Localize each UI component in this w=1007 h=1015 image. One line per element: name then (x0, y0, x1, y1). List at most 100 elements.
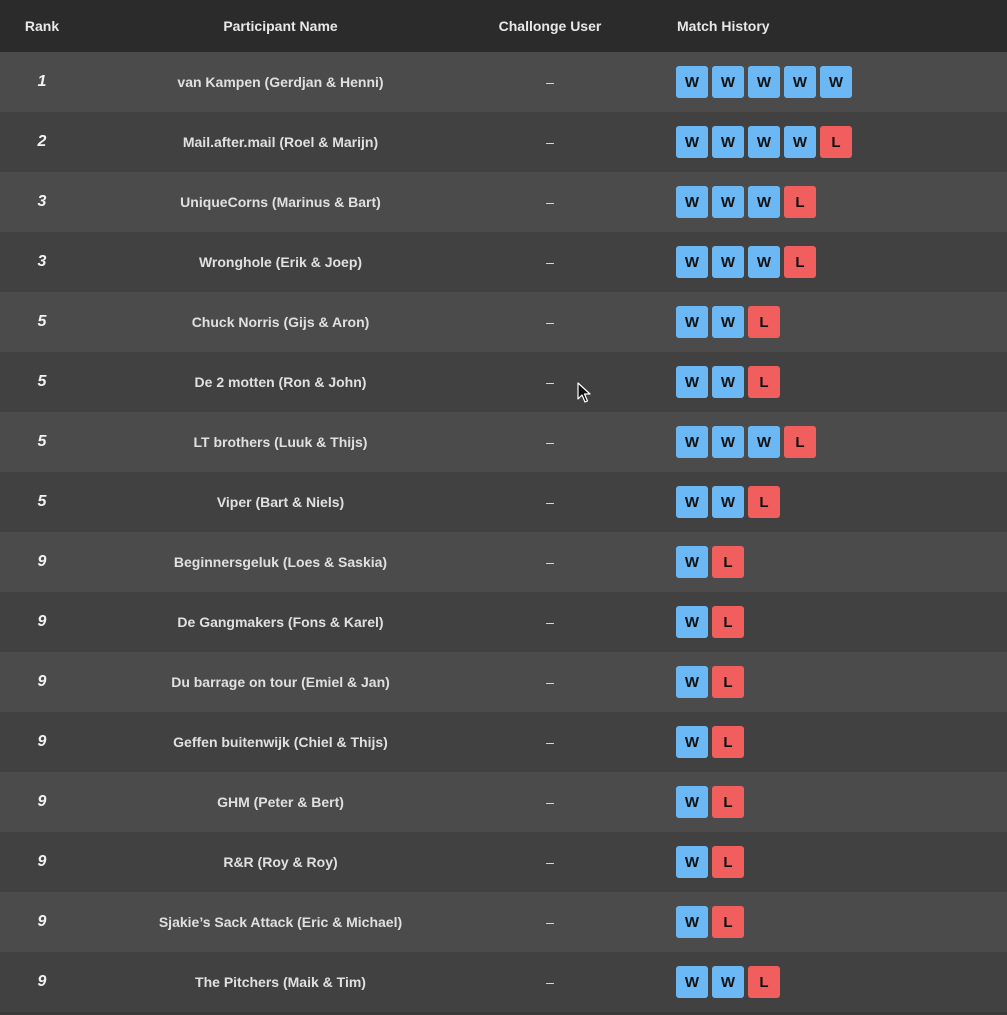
match-win-badge[interactable]: W (712, 66, 744, 98)
participant-name: GHM (Peter & Bert) (217, 794, 344, 810)
match-win-badge[interactable]: W (676, 126, 708, 158)
challonge-user: – (546, 314, 554, 330)
header-challonge-user[interactable]: Challonge User (477, 18, 623, 34)
match-history: WL (623, 846, 1007, 878)
match-win-badge[interactable]: W (784, 126, 816, 158)
table-row[interactable]: 3 UniqueCorns (Marinus & Bart) – W W W L (0, 172, 1007, 232)
table-row[interactable]: 2 Mail.after.mail (Roel & Marijn) – W W W W L (0, 112, 1007, 172)
match-win-badge[interactable]: W (676, 846, 708, 878)
match-history: WWL (623, 366, 1007, 398)
mouse-cursor-icon (577, 382, 591, 403)
match-history: WL (623, 726, 1007, 758)
match-loss-badge[interactable]: L (748, 486, 780, 518)
match-win-badge[interactable]: W (712, 966, 744, 998)
match-loss-badge[interactable]: L (820, 126, 852, 158)
match-win-badge[interactable]: W (676, 906, 708, 938)
participant-name: Mail.after.mail (Roel & Marijn) (182, 134, 379, 150)
challonge-user: – (546, 734, 554, 750)
table-row[interactable]: 5 Viper (Bart & Niels) – W W L (0, 472, 1007, 532)
match-win-badge[interactable]: W (712, 186, 744, 218)
rank-value: 9 (37, 853, 47, 870)
match-history: WWL (623, 966, 1007, 998)
match-win-badge[interactable]: W (784, 66, 816, 98)
table-row[interactable]: 9 Beginnersgeluk (Loes & Saskia) – W L (0, 532, 1007, 592)
rank-cell: 9 (0, 853, 84, 871)
table-row[interactable]: 9 The Pitchers (Maik & Tim) – W W L (0, 952, 1007, 1012)
table-row[interactable]: 5 Chuck Norris (Gijs & Aron) – W W L (0, 292, 1007, 352)
match-history: WL (623, 666, 1007, 698)
challonge-user: – (546, 974, 554, 990)
match-win-badge[interactable]: W (676, 966, 708, 998)
match-loss-badge[interactable]: L (748, 366, 780, 398)
participant-name: R&R (Roy & Roy) (223, 854, 338, 870)
rank-cell: 3 (0, 253, 84, 271)
match-loss-badge[interactable]: L (712, 546, 744, 578)
table-row[interactable]: 9 Du barrage on tour (Emiel & Jan) – W L (0, 652, 1007, 712)
match-loss-badge[interactable]: L (784, 246, 816, 278)
match-win-badge[interactable]: W (676, 726, 708, 758)
match-loss-badge[interactable]: L (784, 186, 816, 218)
match-win-badge[interactable]: W (676, 786, 708, 818)
match-win-badge[interactable]: W (676, 66, 708, 98)
table-row[interactable]: 9 De Gangmakers (Fons & Karel) – W L (0, 592, 1007, 652)
rank-cell: 3 (0, 193, 84, 211)
challonge-user: – (546, 494, 554, 510)
rank-value: 9 (37, 793, 47, 810)
rank-value: 5 (37, 433, 47, 450)
table-row[interactable]: 9 Sjakie’s Sack Attack (Eric & Michael) – W… (0, 892, 1007, 952)
match-win-badge[interactable]: W (748, 426, 780, 458)
match-loss-badge[interactable]: L (712, 666, 744, 698)
match-win-badge[interactable]: W (820, 66, 852, 98)
match-win-badge[interactable]: W (676, 186, 708, 218)
match-loss-badge[interactable]: L (712, 846, 744, 878)
header-rank[interactable]: Rank (0, 18, 84, 34)
match-win-badge[interactable]: W (676, 666, 708, 698)
match-win-badge[interactable]: W (712, 246, 744, 278)
rank-value: 1 (37, 73, 47, 90)
table-row[interactable]: 9 GHM (Peter & Bert) – W L (0, 772, 1007, 832)
match-loss-badge[interactable]: L (748, 306, 780, 338)
rank-cell: 9 (0, 553, 84, 571)
participant-name: UniqueCorns (Marinus & Bart) (180, 194, 381, 210)
match-win-badge[interactable]: W (676, 426, 708, 458)
table-row[interactable]: 9 R&R (Roy & Roy) – W L (0, 832, 1007, 892)
rank-cell: 5 (0, 313, 84, 331)
table-row[interactable]: 3 Wronghole (Erik & Joep) – W W W L (0, 232, 1007, 292)
match-loss-badge[interactable]: L (748, 966, 780, 998)
match-loss-badge[interactable]: L (712, 726, 744, 758)
rank-value: 9 (37, 553, 47, 570)
table-row[interactable]: 9 Geffen buitenwijk (Chiel & Thijs) – W L (0, 712, 1007, 772)
challonge-user: – (546, 854, 554, 870)
rank-value: 5 (37, 493, 47, 510)
match-win-badge[interactable]: W (712, 366, 744, 398)
rank-value: 2 (37, 133, 47, 150)
match-win-badge[interactable]: W (712, 426, 744, 458)
match-win-badge[interactable]: W (676, 306, 708, 338)
challonge-user: – (546, 194, 554, 210)
rank-cell: 9 (0, 673, 84, 691)
match-win-badge[interactable]: W (748, 126, 780, 158)
table-row[interactable]: 1 van Kampen (Gerdjan & Henni) – W W W W W (0, 52, 1007, 112)
participant-name: Chuck Norris (Gijs & Aron) (191, 314, 370, 330)
match-loss-badge[interactable]: L (712, 786, 744, 818)
table-row[interactable]: 5 De 2 motten (Ron & John) – W W L (0, 352, 1007, 412)
match-win-badge[interactable]: W (676, 546, 708, 578)
match-win-badge[interactable]: W (676, 606, 708, 638)
challonge-user: – (546, 74, 554, 90)
header-participant-name[interactable]: Participant Name (84, 18, 477, 34)
challonge-user: – (546, 134, 554, 150)
match-win-badge[interactable]: W (748, 66, 780, 98)
match-win-badge[interactable]: W (676, 486, 708, 518)
match-win-badge[interactable]: W (748, 186, 780, 218)
table-row[interactable]: 5 LT brothers (Luuk & Thijs) – W W W L (0, 412, 1007, 472)
match-win-badge[interactable]: W (676, 366, 708, 398)
match-loss-badge[interactable]: L (784, 426, 816, 458)
match-win-badge[interactable]: W (748, 246, 780, 278)
match-win-badge[interactable]: W (712, 126, 744, 158)
match-history: WL (623, 606, 1007, 638)
match-win-badge[interactable]: W (712, 306, 744, 338)
match-win-badge[interactable]: W (712, 486, 744, 518)
match-loss-badge[interactable]: L (712, 906, 744, 938)
match-loss-badge[interactable]: L (712, 606, 744, 638)
match-win-badge[interactable]: W (676, 246, 708, 278)
